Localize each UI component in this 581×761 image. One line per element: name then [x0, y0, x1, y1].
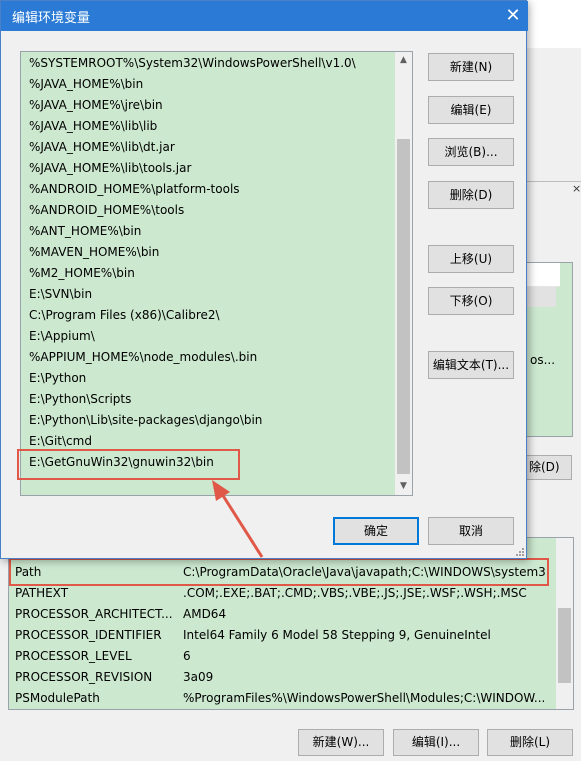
path-entry-item[interactable]: %JAVA_HOME%\lib\lib [21, 116, 395, 137]
background-list-text: os... [530, 353, 556, 367]
move-up-button[interactable]: 上移(U) [428, 245, 514, 273]
scroll-up-icon[interactable]: ▲ [395, 52, 412, 69]
cancel-button[interactable]: 取消 [428, 517, 514, 545]
move-down-button[interactable]: 下移(O) [428, 287, 514, 315]
scroll-down-icon[interactable]: ▼ [395, 478, 412, 495]
path-entry-item[interactable]: %JAVA_HOME%\lib\dt.jar [21, 137, 395, 158]
system-delete-button[interactable]: 删除(L) [487, 729, 573, 756]
path-entry-item[interactable]: %ANDROID_HOME%\tools [21, 200, 395, 221]
path-entry-item[interactable]: %JAVA_HOME%\jre\bin [21, 95, 395, 116]
system-var-value: 6 [183, 649, 191, 663]
system-var-name: PROCESSOR_REVISION [15, 670, 153, 684]
path-entry-item[interactable]: %MAVEN_HOME%\bin [21, 242, 395, 263]
new-button[interactable]: 新建(N) [428, 53, 514, 81]
path-entry-item[interactable]: %JAVA_HOME%\lib\tools.jar [21, 158, 395, 179]
resize-grip-icon[interactable] [515, 547, 525, 557]
path-entry-item[interactable]: E:\Python [21, 368, 395, 389]
system-var-row[interactable]: PROCESSOR_REVISION 3a09 [9, 667, 555, 688]
system-edit-button[interactable]: 编辑(I)... [393, 729, 479, 756]
system-var-name: PROCESSOR_IDENTIFIER [15, 628, 162, 642]
system-var-row[interactable]: PSModulePath %ProgramFiles%\WindowsPowerS… [9, 688, 555, 709]
edit-env-var-dialog: 编辑环境变量 ✕ ▲ ▼ 新建(N) 编辑(E) 浏览(B)... 删除(D) … [0, 0, 528, 559]
system-var-name: PROCESSOR_ARCHITECT... [15, 607, 173, 621]
background-close-icon[interactable]: × [572, 182, 581, 195]
system-vars-scroll-thumb[interactable] [558, 608, 571, 683]
path-entry-item[interactable]: E:\Python\Lib\site-packages\django\bin [21, 410, 395, 431]
system-var-value: AMD64 [183, 607, 227, 621]
system-var-row[interactable]: PROCESSOR_ARCHITECT... AMD64 [9, 604, 555, 625]
system-new-button[interactable]: 新建(W)... [298, 729, 384, 756]
delete-button[interactable]: 删除(D) [428, 181, 514, 209]
path-entry-item[interactable]: %JAVA_HOME%\bin [21, 74, 395, 95]
system-var-value: %ProgramFiles%\WindowsPowerShell\Modules… [183, 691, 546, 705]
ok-button[interactable]: 确定 [333, 517, 419, 545]
system-var-name: PROCESSOR_LEVEL [15, 649, 132, 663]
system-var-row[interactable]: PATHEXT .COM;.EXE;.BAT;.CMD;.VBS;.VBE;.JS… [9, 583, 555, 604]
background-window-strip [526, 48, 581, 181]
path-annotation-box [9, 558, 549, 586]
edit-button[interactable]: 编辑(E) [428, 96, 514, 124]
browse-button[interactable]: 浏览(B)... [428, 138, 514, 166]
background-list-selected-row [526, 287, 556, 307]
system-var-value: Intel64 Family 6 Model 58 Stepping 9, Ge… [183, 628, 491, 642]
system-var-name: PSModulePath [15, 691, 100, 705]
close-icon[interactable]: ✕ [498, 3, 528, 29]
dialog-title: 编辑环境变量 [12, 11, 91, 26]
background-window-top [526, 0, 581, 48]
background-delete-button[interactable]: 除(D) [526, 455, 572, 480]
edit-text-button[interactable]: 编辑文本(T)... [428, 351, 514, 379]
path-entry-item[interactable]: %APPIUM_HOME%\node_modules\.bin [21, 347, 395, 368]
system-var-value: 3a09 [183, 670, 214, 684]
system-var-row[interactable]: PROCESSOR_IDENTIFIER Intel64 Family 6 Mod… [9, 625, 555, 646]
path-entry-item[interactable]: E:\SVN\bin [21, 284, 395, 305]
system-var-row[interactable]: PROCESSOR_LEVEL 6 [9, 646, 555, 667]
path-entry-item[interactable]: %SYSTEMROOT%\System32\WindowsPowerShell\… [21, 53, 395, 74]
background-list-header [526, 263, 560, 287]
path-entry-item[interactable]: E:\Appium\ [21, 326, 395, 347]
path-entry-item[interactable]: %ANT_HOME%\bin [21, 221, 395, 242]
system-var-name: PATHEXT [15, 586, 69, 600]
path-entry-item[interactable]: %ANDROID_HOME%\platform-tools [21, 179, 395, 200]
path-list-scroll-thumb[interactable] [397, 139, 410, 474]
path-entry-item[interactable]: E:\Git\cmd [21, 431, 395, 452]
system-var-value: .COM;.EXE;.BAT;.CMD;.VBS;.VBE;.JS;.JSE;.… [183, 586, 527, 600]
path-entry-item[interactable]: E:\GetGnuWin32\gnuwin32\bin [21, 452, 395, 473]
path-entry-item[interactable]: %M2_HOME%\bin [21, 263, 395, 284]
path-entry-item[interactable]: C:\Program Files (x86)\Calibre2\ [21, 305, 395, 326]
path-entry-item[interactable] [21, 473, 395, 494]
path-entry-item[interactable]: E:\Python\Scripts [21, 389, 395, 410]
